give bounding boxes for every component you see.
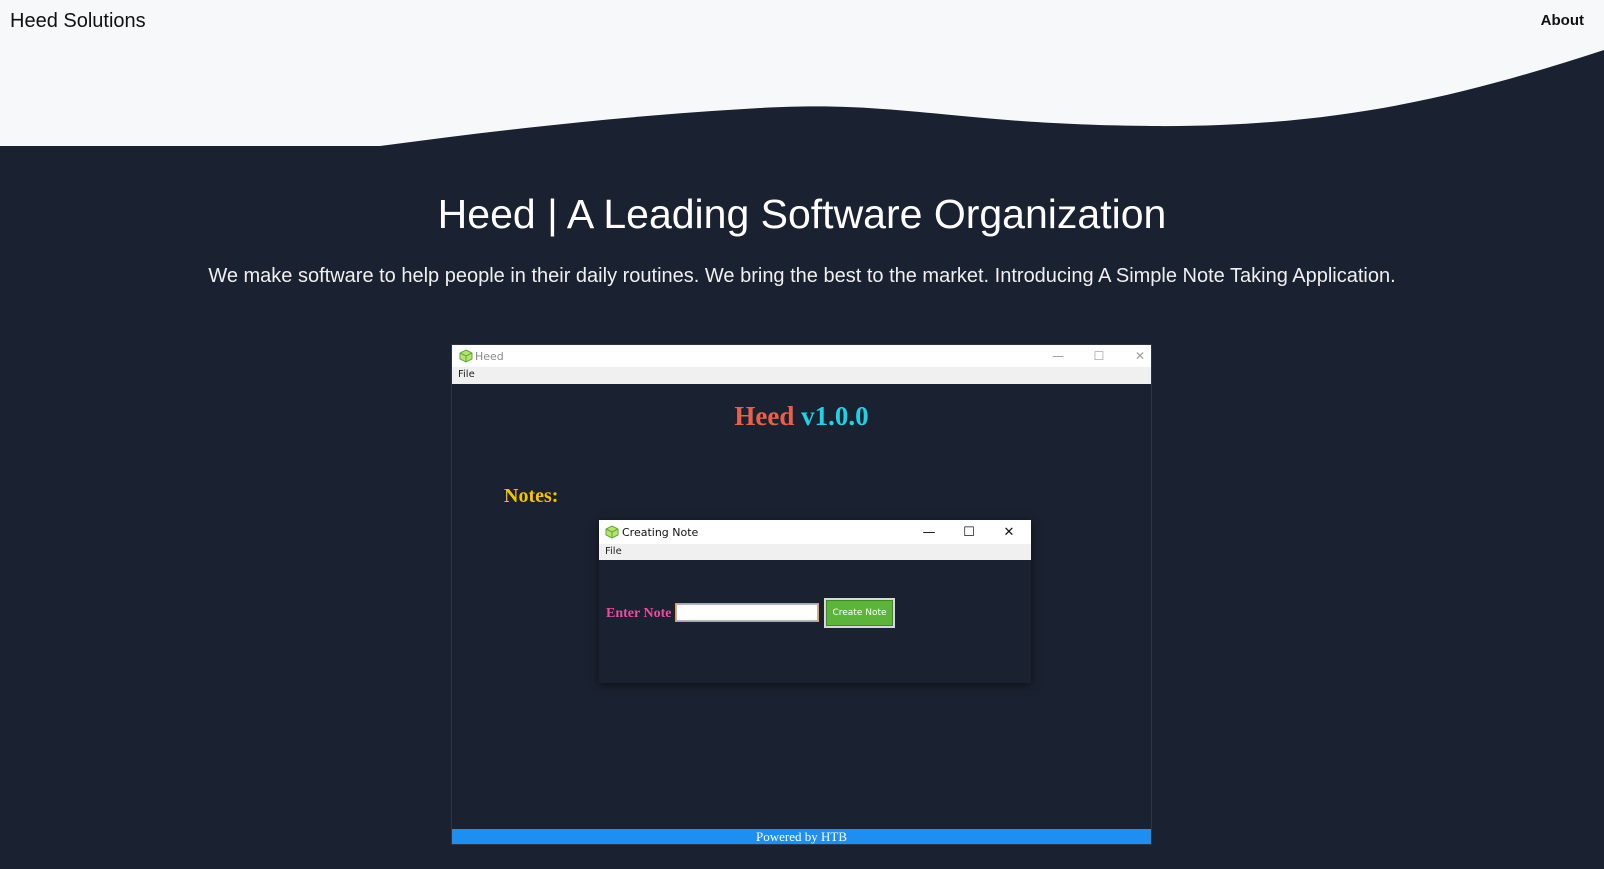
app-screenshot-window: Heed — ☐ ✕ File Heed v1.0.0 Notes: Creat… bbox=[451, 344, 1152, 845]
app-heading: Heed v1.0.0 bbox=[452, 401, 1151, 432]
nav-about-link[interactable]: About bbox=[1541, 12, 1584, 29]
page: Heed Solutions About Heed | A Leading So… bbox=[0, 0, 1604, 869]
dialog-menubar: File bbox=[599, 544, 1031, 560]
app-heading-version: v1.0.0 bbox=[801, 401, 869, 431]
green-cube-icon bbox=[605, 525, 619, 539]
minimize-icon[interactable]: — bbox=[909, 520, 949, 544]
green-cube-icon bbox=[459, 349, 473, 363]
app-footer: Powered by HTB bbox=[452, 829, 1151, 844]
dialog-menu-file[interactable]: File bbox=[605, 546, 622, 557]
dialog-title: Creating Note bbox=[622, 526, 699, 539]
enter-note-label: Enter Note bbox=[606, 606, 672, 621]
dialog-titlebar: Creating Note — ☐ ✕ bbox=[599, 520, 1031, 544]
brand-logo-text[interactable]: Heed Solutions bbox=[10, 10, 146, 33]
creating-note-dialog: Creating Note — ☐ ✕ File Enter Note Crea… bbox=[599, 520, 1031, 683]
maximize-icon[interactable]: ☐ bbox=[1079, 345, 1119, 367]
header-wave-background bbox=[0, 0, 1604, 146]
close-icon[interactable]: ✕ bbox=[1120, 345, 1160, 367]
create-note-button[interactable]: Create Note bbox=[824, 598, 895, 628]
window-menubar: File bbox=[452, 367, 1151, 384]
minimize-icon[interactable]: — bbox=[1038, 345, 1078, 367]
hero-subtitle: We make software to help people in their… bbox=[208, 265, 1396, 287]
window-title: Heed bbox=[475, 350, 504, 363]
notes-label: Notes: bbox=[504, 485, 559, 507]
window-titlebar: Heed — ☐ ✕ bbox=[452, 345, 1151, 367]
hero-title: Heed | A Leading Software Organization bbox=[437, 191, 1167, 237]
maximize-icon[interactable]: ☐ bbox=[949, 520, 989, 544]
note-input[interactable] bbox=[675, 603, 819, 622]
menu-file[interactable]: File bbox=[458, 369, 475, 380]
close-icon[interactable]: ✕ bbox=[989, 520, 1029, 544]
app-heading-name: Heed bbox=[734, 401, 795, 431]
